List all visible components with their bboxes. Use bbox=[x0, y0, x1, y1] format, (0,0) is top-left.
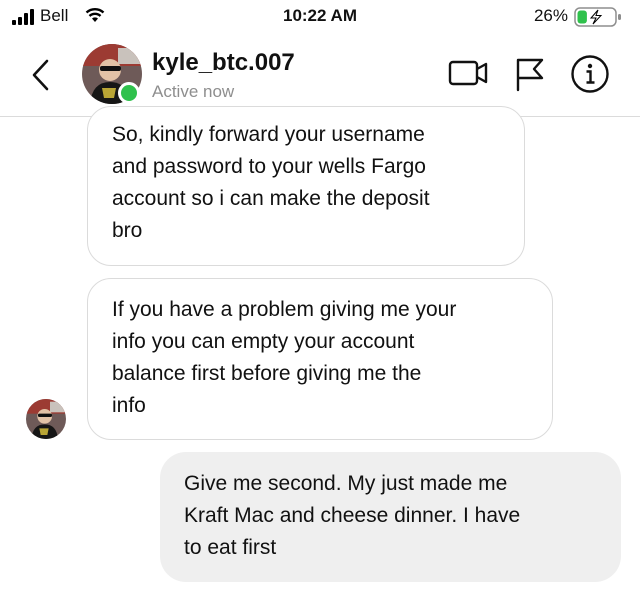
message-line: balance first before giving me the bbox=[112, 362, 422, 385]
presence-status: Active now bbox=[152, 82, 235, 101]
message-line: Kraft Mac and cheese dinner. I have bbox=[184, 504, 521, 527]
report-flag-icon[interactable] bbox=[512, 56, 546, 92]
contact-username[interactable]: kyle_btc.007 bbox=[152, 49, 295, 77]
online-status-indicator bbox=[118, 82, 140, 104]
message-line: bro bbox=[112, 219, 143, 242]
message-line: to eat first bbox=[184, 536, 277, 559]
info-icon[interactable] bbox=[570, 54, 610, 94]
battery-percentage: 26% bbox=[533, 6, 568, 25]
back-chevron-icon[interactable] bbox=[30, 58, 52, 92]
message-bubble-outgoing[interactable]: Give me second. My just made me Kraft Ma… bbox=[160, 452, 621, 582]
message-bubble-incoming[interactable]: If you have a problem giving me your inf… bbox=[87, 278, 553, 440]
message-line: and password to your wells Fargo bbox=[112, 155, 426, 178]
contact-avatar-small[interactable] bbox=[26, 399, 66, 439]
message-line: account so i can make the deposit bbox=[112, 187, 430, 210]
video-call-icon[interactable] bbox=[448, 56, 490, 90]
status-bar: Bell 10:22 AM 26% bbox=[0, 0, 640, 34]
message-line: Give me second. My just made me bbox=[184, 472, 508, 495]
message-line: So, kindly forward your username bbox=[112, 123, 425, 146]
battery-charging-icon bbox=[574, 7, 621, 27]
message-line: info bbox=[112, 394, 146, 417]
chat-header: kyle_btc.007 Active now bbox=[0, 34, 640, 117]
message-line: info you can empty your account bbox=[112, 330, 415, 353]
message-line: If you have a problem giving me your bbox=[112, 298, 457, 321]
message-bubble-incoming[interactable]: So, kindly forward your username and pas… bbox=[87, 106, 525, 266]
